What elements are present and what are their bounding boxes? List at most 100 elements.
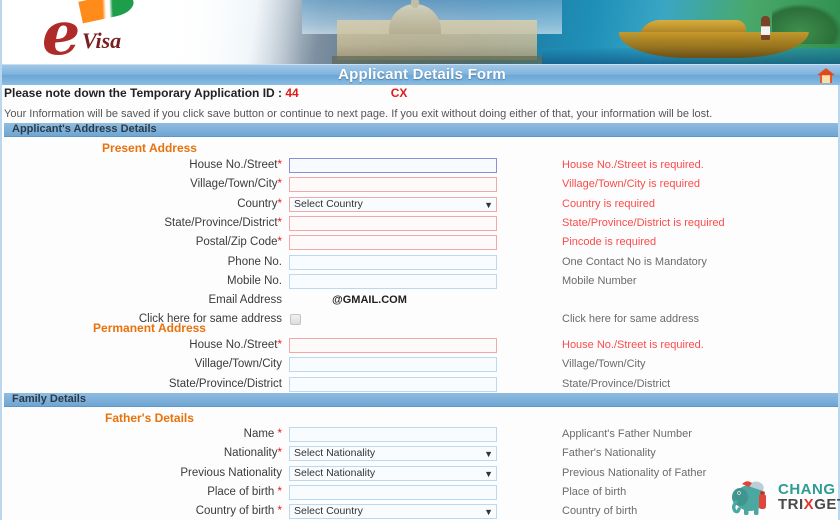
father-field-input[interactable] <box>289 427 497 442</box>
father-field-row: Nationality* Select Nationality ▼ Father's … <box>2 446 840 465</box>
present-address-field-hint: One Contact No is Mandatory <box>562 255 707 268</box>
father-field-select[interactable]: Select Nationality ▼ <box>289 446 497 462</box>
site-banner: e Visa <box>2 0 840 64</box>
father-field-select[interactable]: Select Nationality ▼ <box>289 465 497 481</box>
permanent-address-field-input[interactable] <box>289 376 497 392</box>
father-field-label: Place of birth * <box>207 485 282 498</box>
present-address-field-hint: Pincode is required <box>562 236 657 249</box>
present-address-field-input[interactable] <box>289 254 497 270</box>
present-address-field-static-value: @GMAIL.COM <box>332 294 407 307</box>
changtrixget-watermark: CHANG TRIXGET <box>730 478 840 518</box>
group-title-fathers-details: Father's Details <box>105 411 194 425</box>
page-title-bar: Applicant Details Form <box>2 64 840 85</box>
watermark-tri: TRI <box>778 496 804 513</box>
permanent-address-field-hint: House No./Street is required. <box>562 339 704 351</box>
required-asterisk: * <box>277 236 282 249</box>
present-address-field-hint: Mobile Number <box>562 274 637 287</box>
applicant-details-page: e Visa Applicant Details Form Please not… <box>0 0 840 520</box>
permanent-address-field-input[interactable] <box>289 338 497 353</box>
present-address-field-row: Phone No. One Contact No is Mandatory <box>2 254 840 274</box>
section-header-family: Family Details <box>4 393 838 407</box>
present-address-field-hint: Click here for same address <box>562 313 699 326</box>
father-field-select-value: Select Nationality <box>294 447 376 460</box>
required-asterisk: * <box>277 447 282 460</box>
parliament-building-image <box>337 0 537 60</box>
watermark-trixget: TRIXGET <box>778 497 840 512</box>
temporary-application-id-notice: Please note down the Temporary Applicati… <box>4 86 407 100</box>
present-address-field-select-value: Select Country <box>294 197 363 210</box>
section-title-family: Family Details <box>12 393 86 405</box>
home-icon[interactable] <box>816 67 836 84</box>
present-address-field-row: State/Province/District* State/Province/D… <box>2 215 840 235</box>
group-title-present-address: Present Address <box>102 141 197 155</box>
required-asterisk: * <box>277 485 282 498</box>
required-asterisk: * <box>277 216 282 229</box>
required-asterisk: * <box>277 339 282 351</box>
required-asterisk: * <box>277 159 282 171</box>
application-id-tail: CX <box>390 86 408 100</box>
watermark-chang: CHANG <box>778 481 836 498</box>
permanent-address-field-hint: Village/Town/City <box>562 358 646 371</box>
father-field-select[interactable]: Select Country ▼ <box>289 504 497 520</box>
watermark-get: GET <box>814 496 840 513</box>
evisa-logo-text: Visa <box>82 28 122 53</box>
present-address-field-row: Postal/Zip Code* Pincode is required <box>2 235 840 254</box>
required-asterisk: * <box>277 197 282 210</box>
present-address-field-input[interactable] <box>289 158 497 173</box>
permanent-address-field-input[interactable] <box>289 357 497 373</box>
application-id-value: 44 <box>285 86 299 100</box>
required-asterisk: * <box>277 505 282 518</box>
present-address-field-row: Mobile No. Mobile Number <box>2 273 840 293</box>
building-base <box>332 56 544 64</box>
section-header-address: Applicant's Address Details <box>4 123 838 137</box>
present-address-field-row: Village/Town/City* Village/Town/City is r… <box>2 177 840 196</box>
required-asterisk: * <box>277 178 282 191</box>
father-field-label: Country of birth * <box>195 505 282 518</box>
elephant-icon <box>732 481 766 515</box>
section-title-address: Applicant's Address Details <box>12 123 157 135</box>
father-field-hint: Place of birth <box>562 485 627 498</box>
father-field-hint: Previous Nationality of Father <box>562 466 707 479</box>
present-address-field-input[interactable] <box>289 235 497 251</box>
present-address-field-input[interactable] <box>289 273 497 289</box>
save-information-note: Your Information will be saved if you cl… <box>4 108 713 120</box>
father-field-label: Name * <box>243 428 282 440</box>
father-field-hint: Applicant's Father Number <box>562 428 692 440</box>
tricolour-swoosh-icon <box>78 0 136 24</box>
father-field-row: Country of birth * Select Country ▼ Country… <box>2 504 840 520</box>
present-address-field-row: House No./Street* House No./Street is req… <box>2 158 840 177</box>
father-field-hint: Father's Nationality <box>562 447 656 460</box>
present-address-field-select[interactable]: Select Country ▼ <box>289 196 497 212</box>
father-field-select-value: Select Country <box>294 505 363 518</box>
father-field-row: Name * Applicant's Father Number <box>2 427 840 446</box>
permanent-address-field-hint: State/Province/District <box>562 377 671 390</box>
notice-label: Please note down the Temporary Applicati… <box>4 86 286 100</box>
required-asterisk: * <box>277 428 282 440</box>
present-address-field-label: State/Province/District* <box>164 216 282 229</box>
evisa-logo[interactable]: e Visa <box>36 0 156 64</box>
present-address-field-label: House No./Street* <box>189 159 282 171</box>
present-address-field-hint: House No./Street is required. <box>562 159 704 171</box>
permanent-address-field-label: Village/Town/City <box>194 358 282 371</box>
boatman-figure <box>761 16 770 40</box>
present-address-field-hint: Country is required <box>562 197 655 210</box>
present-address-field-input[interactable] <box>289 177 497 193</box>
watermark-text: CHANG TRIXGET <box>778 482 840 512</box>
evisa-logo-e: e <box>42 0 81 64</box>
present-address-field-input[interactable] <box>289 215 497 231</box>
permanent-address-field-row: House No./Street* House No./Street is req… <box>2 338 840 357</box>
permanent-address-field-row: Village/Town/City Village/Town/City <box>2 357 840 376</box>
father-field-hint: Country of birth <box>562 505 638 518</box>
watermark-x: X <box>803 496 815 513</box>
present-address-field-label: Email Address <box>208 294 282 307</box>
father-field-label: Nationality* <box>223 447 282 460</box>
present-address-field-label: Mobile No. <box>227 274 282 287</box>
present-address-field-label: Country* <box>237 197 282 210</box>
father-field-input[interactable] <box>289 484 497 500</box>
chevron-down-icon: ▼ <box>484 507 493 518</box>
father-field-select-value: Select Nationality <box>294 466 376 479</box>
present-address-field-label: Phone No. <box>227 255 282 268</box>
present-address-field-row: Email Address @GMAIL.COM <box>2 293 840 312</box>
father-field-row: Previous Nationality Select Nationality ▼ P… <box>2 465 840 485</box>
chevron-down-icon: ▼ <box>484 449 493 460</box>
